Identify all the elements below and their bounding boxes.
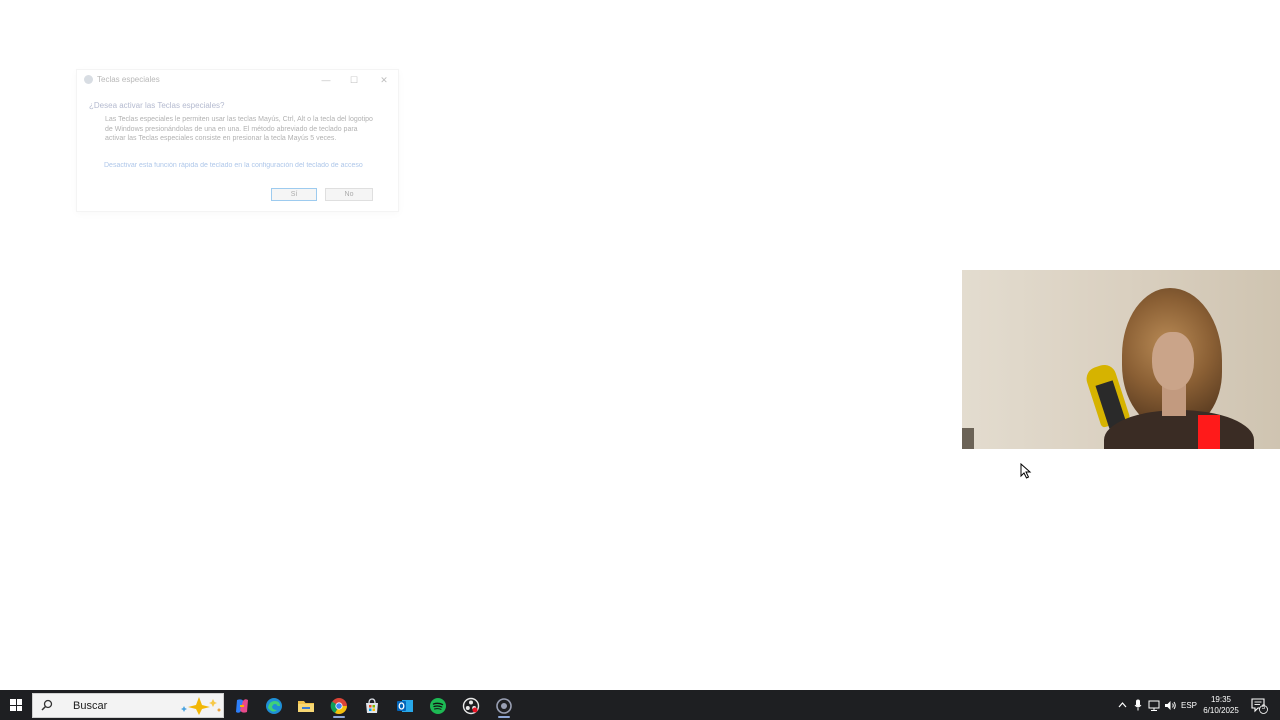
sticky-keys-dialog: Teclas especiales — ☐ ✕ ¿Desea activar l… bbox=[76, 69, 399, 212]
spotify-icon bbox=[430, 697, 446, 714]
notification-count-badge: 5 bbox=[1261, 705, 1266, 711]
volume-tray-button[interactable] bbox=[1162, 690, 1178, 720]
dialog-question: ¿Desea activar las Teclas especiales? bbox=[89, 101, 225, 110]
language-indicator[interactable]: ESP bbox=[1178, 690, 1200, 720]
outlook-icon bbox=[397, 699, 413, 712]
search-highlight-sparkle-icon bbox=[181, 697, 221, 715]
search-placeholder: Buscar bbox=[73, 700, 108, 712]
edge-icon bbox=[266, 697, 282, 714]
outlook-button[interactable] bbox=[390, 693, 420, 718]
edge-button[interactable] bbox=[259, 693, 289, 718]
chrome-button[interactable] bbox=[324, 693, 354, 718]
microphone-icon bbox=[1134, 699, 1142, 711]
file-explorer-icon bbox=[298, 700, 314, 712]
dialog-title: Teclas especiales bbox=[97, 75, 160, 84]
notification-center-button[interactable]: 5 bbox=[1250, 696, 1268, 714]
taskbar-clock[interactable]: 19:35 6/10/2025 bbox=[1198, 694, 1244, 716]
microphone-tray-button[interactable] bbox=[1130, 690, 1146, 720]
speaker-icon bbox=[1164, 700, 1176, 710]
mouse-cursor-icon bbox=[1020, 463, 1032, 479]
network-tray-button[interactable] bbox=[1146, 690, 1162, 720]
copilot-icon bbox=[236, 698, 248, 713]
file-explorer-button[interactable] bbox=[291, 693, 321, 718]
chevron-up-icon bbox=[1118, 702, 1126, 708]
webcam-red-patch bbox=[1198, 415, 1220, 449]
copilot-button[interactable] bbox=[227, 693, 257, 718]
show-hidden-icons-button[interactable] bbox=[1114, 690, 1130, 720]
minimize-button[interactable]: — bbox=[315, 72, 337, 88]
windows-logo-icon bbox=[10, 699, 22, 711]
network-icon bbox=[1148, 700, 1160, 711]
no-button[interactable]: No bbox=[325, 188, 373, 201]
maximize-button[interactable]: ☐ bbox=[343, 72, 365, 88]
disable-shortcut-link[interactable]: Desactivar esta función rápida de teclad… bbox=[104, 162, 394, 169]
search-icon bbox=[41, 699, 53, 711]
webcam-overlay bbox=[962, 270, 1280, 449]
start-button[interactable] bbox=[0, 690, 32, 720]
accessibility-icon bbox=[84, 75, 93, 84]
microsoft-store-icon bbox=[366, 697, 378, 713]
obs-icon bbox=[462, 697, 480, 714]
microsoft-store-button[interactable] bbox=[357, 693, 387, 718]
chrome-icon bbox=[330, 697, 347, 714]
taskbar: Buscar ESP 19:35 6/10/2025 5 bbox=[0, 690, 1280, 720]
active-app-running-indicator bbox=[498, 716, 510, 718]
spotify-button[interactable] bbox=[423, 693, 453, 718]
clock-date: 6/10/2025 bbox=[1203, 706, 1239, 715]
desktop: Teclas especiales — ☐ ✕ ¿Desea activar l… bbox=[0, 0, 1280, 690]
dialog-body: Las Teclas especiales le permiten usar l… bbox=[105, 116, 373, 143]
active-app-button[interactable] bbox=[489, 693, 519, 718]
yes-button[interactable]: Sí bbox=[271, 188, 317, 201]
active-app-icon bbox=[496, 697, 512, 714]
clock-time: 19:35 bbox=[1210, 695, 1232, 704]
close-button[interactable]: ✕ bbox=[373, 72, 395, 88]
obs-button[interactable] bbox=[456, 693, 486, 718]
webcam-person-face bbox=[1152, 332, 1194, 390]
webcam-shelf bbox=[962, 428, 974, 449]
dialog-titlebar[interactable]: Teclas especiales — ☐ ✕ bbox=[77, 70, 398, 90]
search-box[interactable]: Buscar bbox=[32, 693, 224, 718]
chrome-running-indicator bbox=[333, 716, 345, 718]
